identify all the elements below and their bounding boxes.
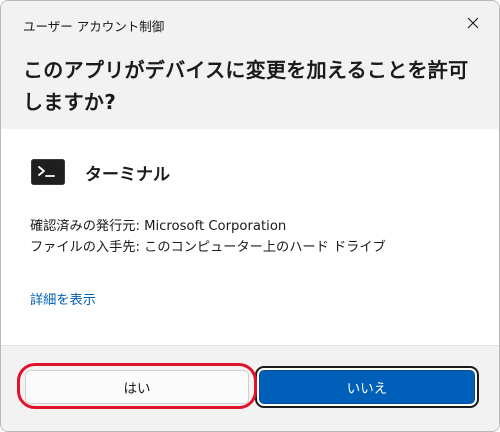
origin-text: ファイルの入手先: このコンピューター上のハード ドライブ [30,240,386,255]
dialog-header: ユーザー アカウント制御 このアプリがデバイスに変更を加えることを許可しますか? [1,1,499,129]
window-title: ユーザー アカウント制御 [23,19,165,34]
terminal-icon [31,159,65,185]
close-icon [467,17,479,29]
show-details-link[interactable]: 詳細を表示 [30,289,96,308]
uac-dialog: ユーザー アカウント制御 このアプリがデバイスに変更を加えることを許可しますか?… [0,0,500,432]
app-name: ターミナル [85,164,170,185]
close-button[interactable] [461,11,485,35]
yes-button[interactable]: はい [25,370,249,404]
app-row: ターミナル [31,156,170,188]
no-button[interactable]: いいえ [259,370,475,404]
permission-question: このアプリがデバイスに変更を加えることを許可しますか? [23,58,469,114]
app-info: 確認済みの発行元: Microsoft Corporation ファイルの入手先… [30,216,386,258]
publisher-text: 確認済みの発行元: Microsoft Corporation [30,219,287,234]
